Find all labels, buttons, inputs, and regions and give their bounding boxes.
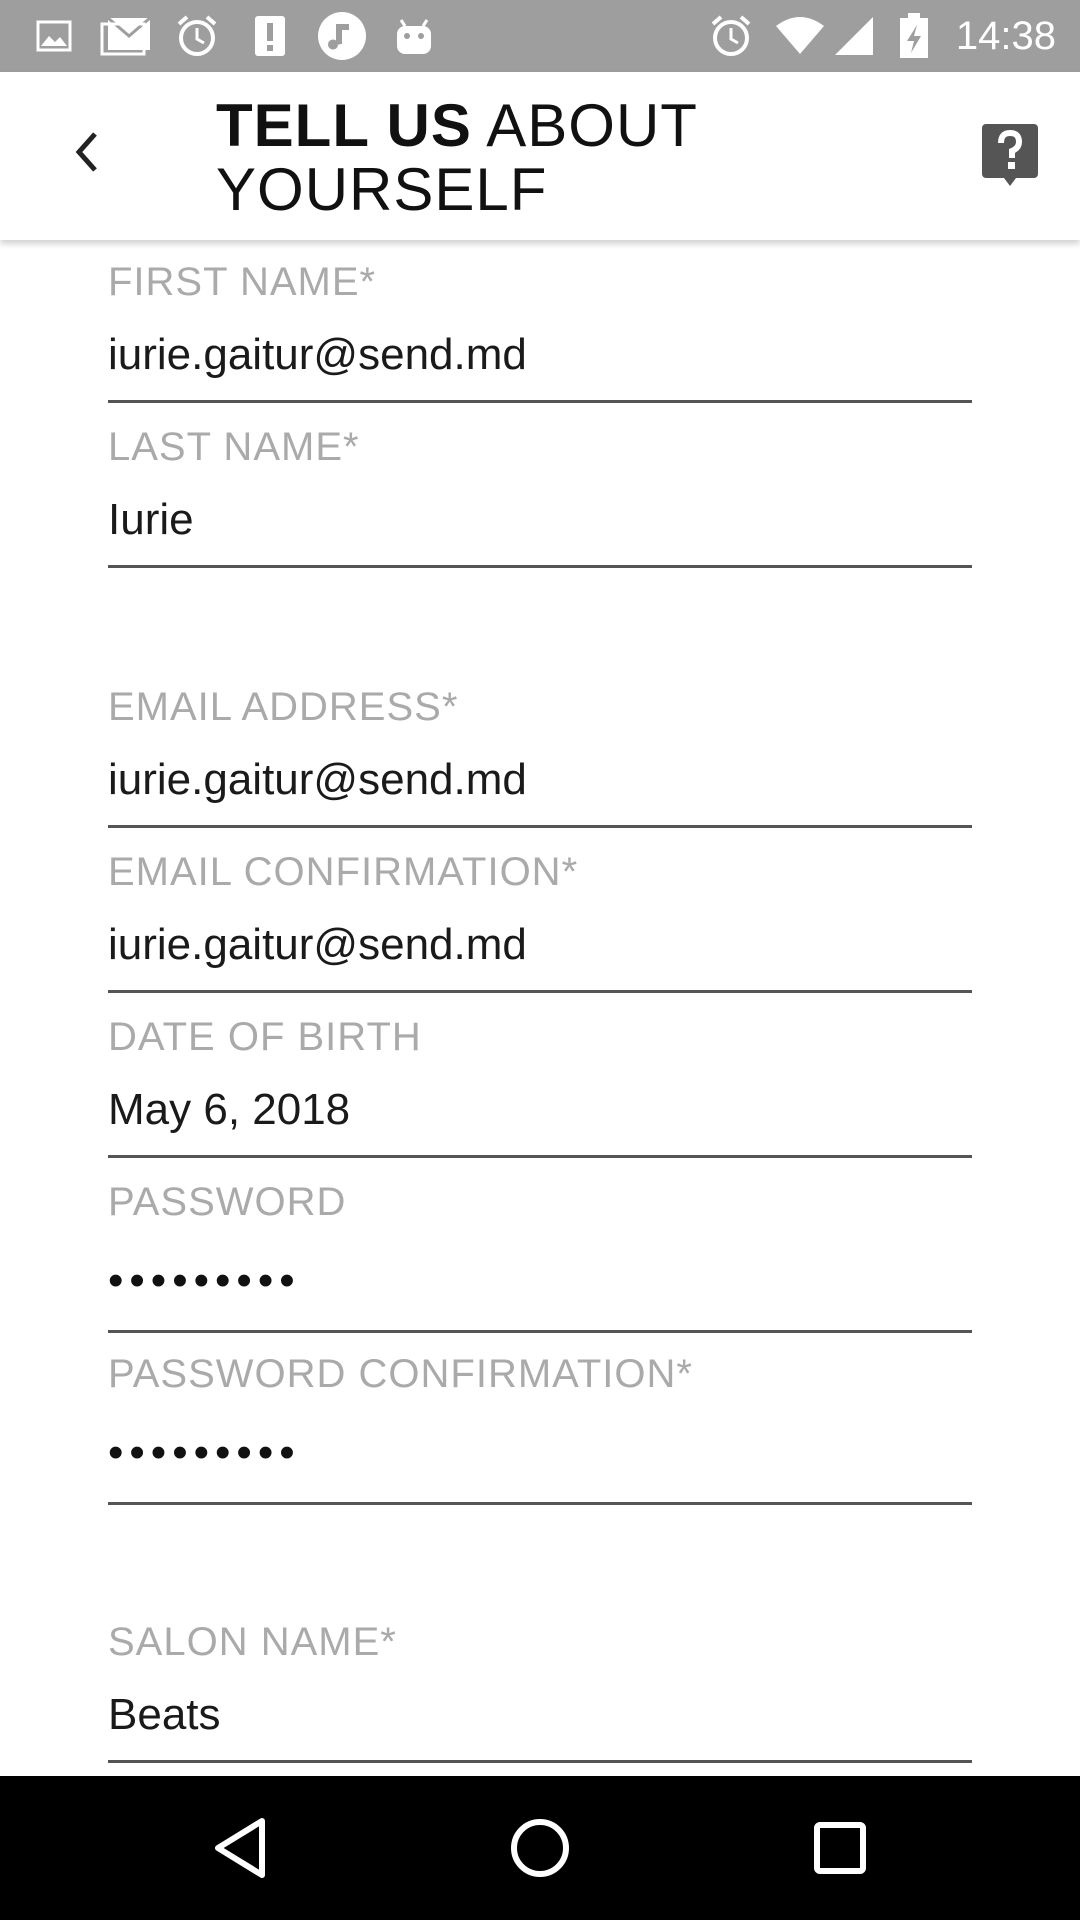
first-name-underline (108, 400, 972, 403)
password-input[interactable]: ••••••••• (108, 1256, 301, 1306)
music-icon (316, 12, 368, 60)
salon-name-underline (108, 1760, 972, 1763)
page-title: TELL US ABOUT YOURSELF (216, 94, 698, 222)
app-header: TELL US ABOUT YOURSELF (0, 72, 1080, 240)
salon-name-label: SALON NAME* (108, 1620, 397, 1664)
image-icon (34, 14, 74, 58)
first-name-label: FIRST NAME* (108, 260, 377, 304)
date-of-birth-input[interactable]: May 6, 2018 (108, 1085, 350, 1135)
email-underline (108, 825, 972, 828)
nav-home-icon (511, 1819, 569, 1877)
email-input[interactable]: iurie.gaitur@send.md (108, 755, 527, 805)
password-confirmation-input[interactable]: ••••••••• (108, 1428, 301, 1478)
title-bold: TELL US (216, 92, 472, 159)
alert-icon (250, 14, 290, 58)
password-confirmation-label: PASSWORD CONFIRMATION* (108, 1352, 693, 1396)
nav-back-icon (215, 1818, 265, 1878)
back-button[interactable] (56, 122, 116, 182)
system-nav-bar (0, 1776, 1080, 1920)
title-light-1: ABOUT (486, 92, 698, 159)
last-name-label: LAST NAME* (108, 425, 360, 469)
password-confirmation-underline (108, 1502, 972, 1505)
signal-icon (832, 14, 876, 58)
nav-recents-icon (814, 1822, 866, 1874)
help-icon (982, 124, 1038, 186)
android-icon (392, 14, 436, 58)
alarm-icon (708, 14, 754, 58)
password-label: PASSWORD (108, 1180, 347, 1224)
wifi-icon (774, 14, 826, 58)
last-name-input[interactable]: Iurie (108, 495, 194, 545)
last-name-underline (108, 565, 972, 568)
status-time: 14:38 (955, 14, 1056, 58)
status-bar: 14:38 (0, 0, 1080, 72)
title-light-2: YOURSELF (216, 156, 548, 223)
date-of-birth-underline (108, 1155, 972, 1158)
mail-icon (98, 14, 154, 58)
alarm-icon (174, 14, 220, 58)
nav-back-button[interactable] (200, 1812, 280, 1884)
salon-name-input[interactable]: Beats (108, 1690, 221, 1740)
password-underline (108, 1330, 972, 1333)
email-label: EMAIL ADDRESS* (108, 685, 459, 729)
help-button[interactable] (982, 124, 1038, 190)
first-name-input[interactable]: iurie.gaitur@send.md (108, 330, 527, 380)
battery-icon (898, 13, 930, 58)
nav-recents-button[interactable] (800, 1812, 880, 1884)
email-confirmation-underline (108, 990, 972, 993)
email-confirmation-input[interactable]: iurie.gaitur@send.md (108, 920, 527, 970)
nav-home-button[interactable] (500, 1812, 580, 1884)
date-of-birth-label: DATE OF BIRTH (108, 1015, 422, 1059)
chevron-left-icon (75, 132, 97, 172)
email-confirmation-label: EMAIL CONFIRMATION* (108, 850, 579, 894)
